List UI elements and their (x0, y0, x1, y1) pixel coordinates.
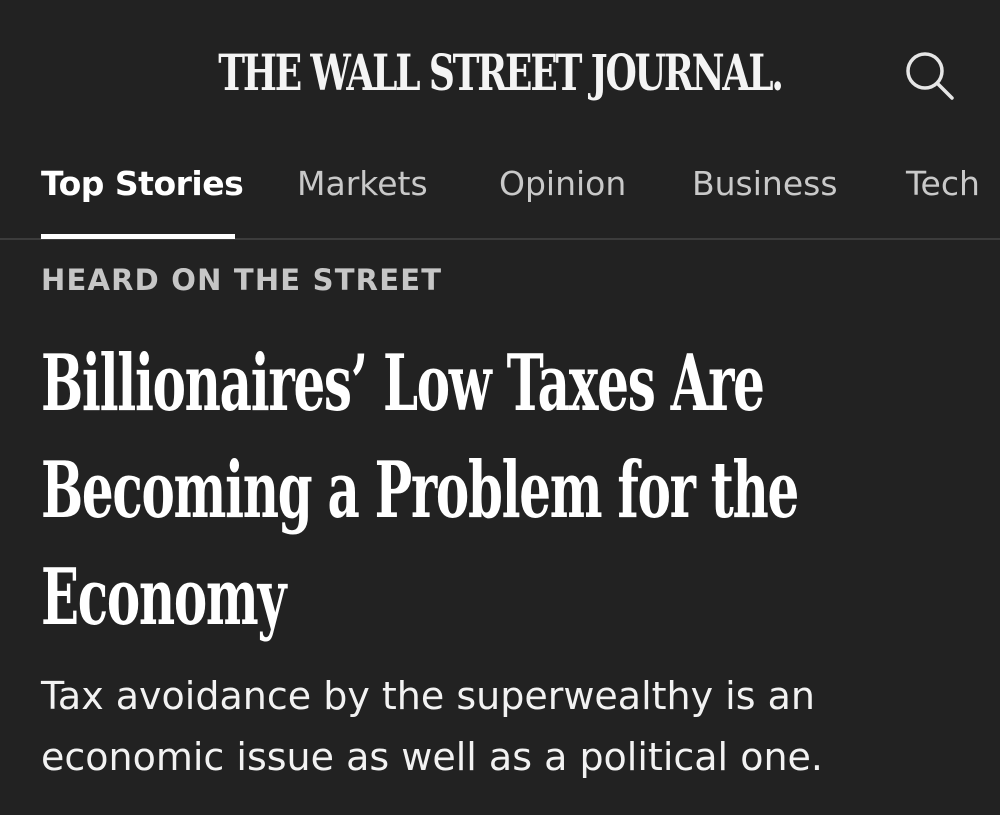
wsj-logo[interactable]: THE WALL STREET JOURNAL. (140, 40, 860, 106)
article-headline[interactable]: Billionaires’ Low Taxes Are Becoming a P… (41, 330, 963, 651)
tab-top-stories[interactable]: Top Stories (41, 162, 244, 206)
search-icon (902, 48, 958, 104)
article-summary: Tax avoidance by the superwealthy is an … (41, 674, 823, 779)
masthead: THE WALL STREET JOURNAL. (0, 0, 1000, 140)
section-nav: Top Stories Markets Opinion Business Tec… (0, 140, 1000, 240)
active-tab-indicator (41, 234, 235, 239)
search-button[interactable] (902, 48, 958, 104)
tab-opinion[interactable]: Opinion (499, 162, 626, 206)
tab-business[interactable]: Business (692, 162, 838, 206)
tab-tech[interactable]: Tech (906, 162, 980, 206)
tab-markets[interactable]: Markets (297, 162, 428, 206)
article-kicker[interactable]: HEARD ON THE STREET (41, 262, 442, 298)
